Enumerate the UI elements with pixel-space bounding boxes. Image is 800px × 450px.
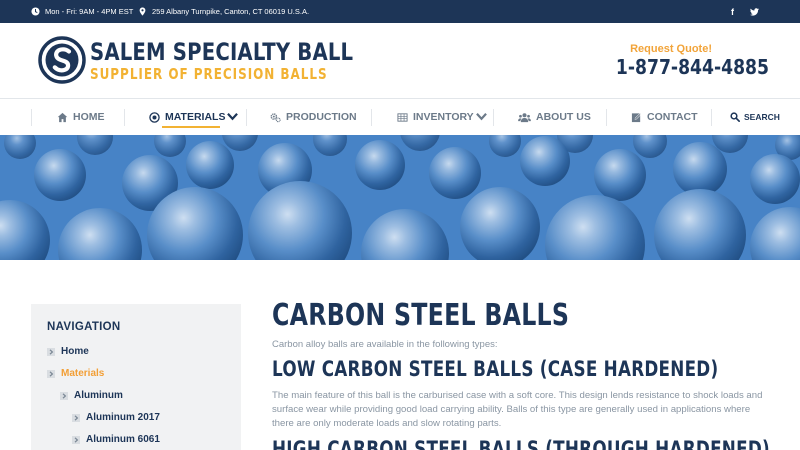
sidebar-navigation: NAVIGATION Home Materials Aluminum Alumi… [31,304,241,450]
sidebar-item-materials[interactable]: Materials [47,368,104,379]
logo-name[interactable]: SALEM SPECIALTY BALL [90,38,353,66]
sidebar-item-aluminum-2017[interactable]: Aluminum 2017 [72,412,160,423]
business-hours: Mon - Fri: 9AM - 4PM EST [31,0,133,23]
top-bar: Mon - Fri: 9AM - 4PM EST 259 Albany Turn… [0,0,800,23]
nav-divider [606,109,607,126]
sidebar-link-label: Home [61,346,89,357]
chevron-right-icon [72,435,80,444]
sidebar-link-label: Aluminum 2017 [86,412,160,423]
section-text-low-carbon: The main feature of this ball is the car… [272,390,763,429]
logo-s-icon[interactable] [38,36,86,84]
grid-icon [397,112,408,122]
hero-banner [0,135,800,260]
map-pin-icon [139,7,146,16]
home-icon [57,112,68,122]
sidebar-item-home[interactable]: Home [47,346,89,357]
sidebar-link-label: Materials [61,368,105,379]
nav-item-production[interactable]: PRODUCTION [270,99,357,135]
clock-icon [31,7,40,16]
nav-divider [246,109,247,126]
users-icon [518,112,531,122]
nav-item-about-us[interactable]: ABOUT US [518,99,591,135]
nav-label-inventory: INVENTORY [413,111,474,123]
nav-divider [124,109,125,126]
nav-divider [711,109,712,126]
address: 259 Albany Turnpike, Canton, CT 06019 U.… [138,0,309,23]
nav-item-inventory[interactable]: INVENTORY [397,99,492,135]
gears-icon [270,112,281,122]
intro-text: Carbon alloy balls are available in the … [272,339,498,350]
chevron-right-icon [60,391,68,400]
nav-item-contact[interactable]: CONTACT [631,99,698,135]
chevron-right-icon [47,369,55,378]
main-nav: HOME MATERIALS PRODUCTION INVENTORY ABOU… [0,98,800,135]
sidebar-title: NAVIGATION [47,321,121,333]
search-icon [730,112,740,122]
nav-label-production: PRODUCTION [286,111,357,123]
nav-label-home: HOME [73,111,105,123]
edit-icon [631,112,641,122]
site-header: SALEM SPECIALTY BALL SUPPLIER OF PRECISI… [0,23,800,98]
nav-divider [493,109,494,126]
target-icon [149,111,160,123]
sidebar-item-aluminum[interactable]: Aluminum [60,390,123,401]
chevron-down-icon [475,111,492,124]
nav-divider [31,109,32,126]
page-title: CARBON STEEL BALLS [272,298,570,333]
chevron-right-icon [72,413,80,422]
search-label: SEARCH [744,112,780,122]
phone-number[interactable]: 1-877-844-4885 [616,55,769,79]
nav-item-materials[interactable]: MATERIALS [149,99,243,135]
logo-tagline: SUPPLIER OF PRECISION BALLS [90,65,328,83]
nav-label-about-us: ABOUT US [536,111,591,123]
nav-label-materials: MATERIALS [165,111,226,123]
active-underline [162,126,220,128]
nav-label-contact: CONTACT [647,111,698,123]
sidebar-item-aluminum-6061[interactable]: Aluminum 6061 [72,434,160,445]
address-text: 259 Albany Turnpike, Canton, CT 06019 U.… [152,7,310,16]
twitter-icon[interactable] [750,0,760,23]
chevron-right-icon [47,347,55,356]
hours-text: Mon - Fri: 9AM - 4PM EST [45,7,134,16]
nav-item-home[interactable]: HOME [57,99,105,135]
steel-balls-image [0,135,800,260]
facebook-icon[interactable]: f [731,0,741,23]
request-quote-link[interactable]: Request Quote! [630,43,712,55]
sidebar-link-label: Aluminum 6061 [86,434,160,445]
chevron-down-icon [227,111,243,124]
section-heading-high-carbon: HIGH CARBON STEEL BALLS (THROUGH HARDENE… [272,437,770,450]
search-button[interactable]: SEARCH [730,99,780,135]
sidebar-link-label: Aluminum [74,390,123,401]
nav-divider [371,109,372,126]
section-heading-low-carbon: LOW CARBON STEEL BALLS (CASE HARDENED) [272,357,719,381]
